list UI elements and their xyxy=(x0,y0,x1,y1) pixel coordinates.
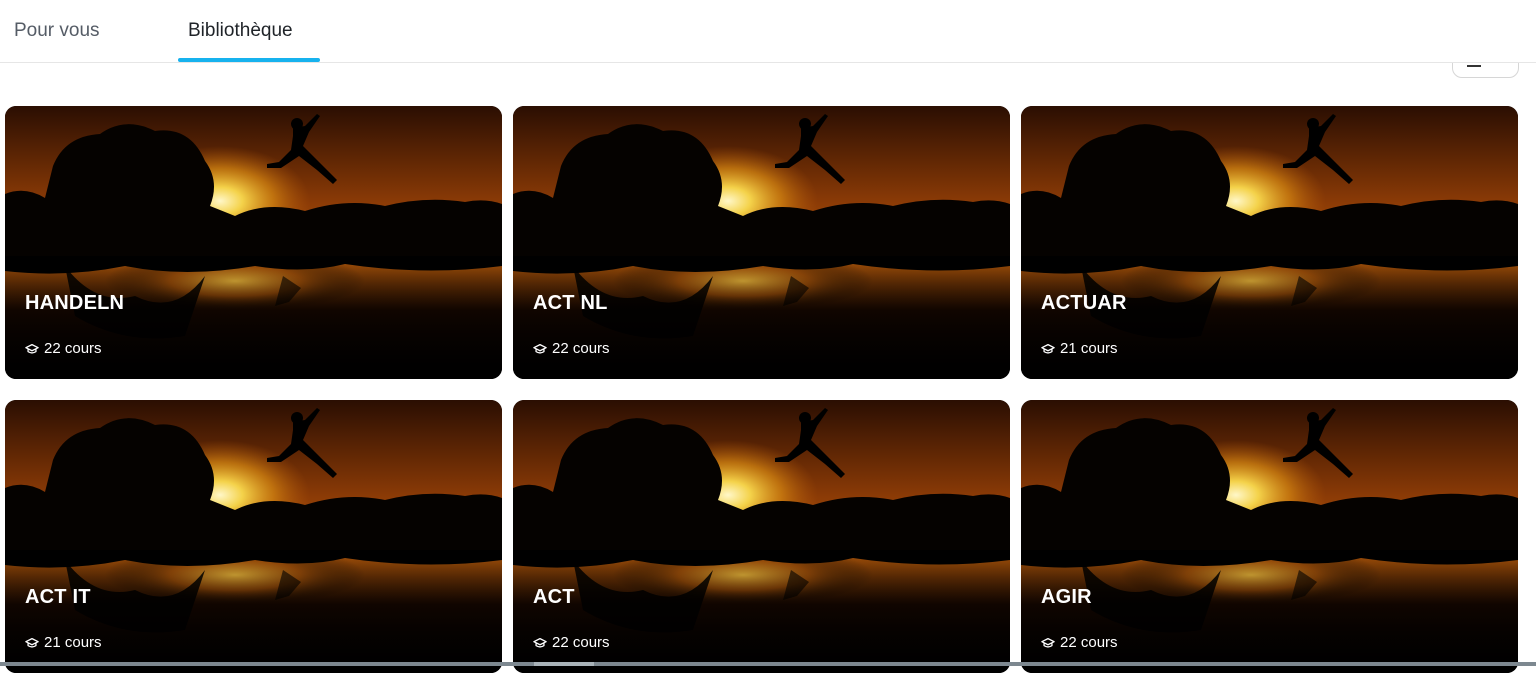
card-image xyxy=(1021,106,1518,379)
card-title: ACTUAR xyxy=(1041,292,1127,314)
graduation-cap-icon xyxy=(25,637,39,648)
card-image xyxy=(5,400,502,673)
card-image xyxy=(513,106,1010,379)
course-count: 21 cours xyxy=(1041,340,1118,357)
graduation-cap-icon xyxy=(1041,637,1055,648)
card-title: ACT NL xyxy=(533,292,608,314)
course-count-label: 22 cours xyxy=(1060,634,1118,651)
tab-bibliotheque[interactable]: Bibliothèque xyxy=(188,20,293,62)
card-image xyxy=(5,106,502,379)
card-title: AGIR xyxy=(1041,586,1092,608)
graduation-cap-icon xyxy=(25,343,39,354)
course-count-label: 21 cours xyxy=(44,634,102,651)
graduation-cap-icon xyxy=(1041,343,1055,354)
library-card[interactable]: HANDELN 22 cours xyxy=(5,106,502,379)
card-title: ACT xyxy=(533,586,575,608)
library-card[interactable]: ACT NL 22 cours xyxy=(513,106,1010,379)
card-image xyxy=(513,400,1010,673)
active-tab-indicator xyxy=(178,58,320,62)
library-card[interactable]: ACT IT 21 cours xyxy=(5,400,502,673)
course-count: 22 cours xyxy=(533,634,610,651)
course-count-label: 22 cours xyxy=(552,340,610,357)
sort-icon xyxy=(1467,65,1481,67)
horizontal-scrollbar[interactable] xyxy=(0,662,1536,666)
library-card[interactable]: AGIR 22 cours xyxy=(1021,400,1518,673)
course-count-label: 22 cours xyxy=(552,634,610,651)
course-count-label: 21 cours xyxy=(1060,340,1118,357)
card-title: ACT IT xyxy=(25,586,91,608)
library-card[interactable]: ACTUAR 21 cours xyxy=(1021,106,1518,379)
graduation-cap-icon xyxy=(533,637,547,648)
library-card[interactable]: ACT 22 cours xyxy=(513,400,1010,673)
tab-bar: Pour vous Bibliothèque xyxy=(0,0,1536,63)
scrollbar-thumb[interactable] xyxy=(534,662,594,666)
card-title: HANDELN xyxy=(25,292,125,314)
course-count: 22 cours xyxy=(25,340,102,357)
course-count: 22 cours xyxy=(533,340,610,357)
course-count-label: 22 cours xyxy=(44,340,102,357)
course-count: 22 cours xyxy=(1041,634,1118,651)
graduation-cap-icon xyxy=(533,343,547,354)
tab-pour-vous[interactable]: Pour vous xyxy=(14,20,100,62)
card-image xyxy=(1021,400,1518,673)
course-count: 21 cours xyxy=(25,634,102,651)
